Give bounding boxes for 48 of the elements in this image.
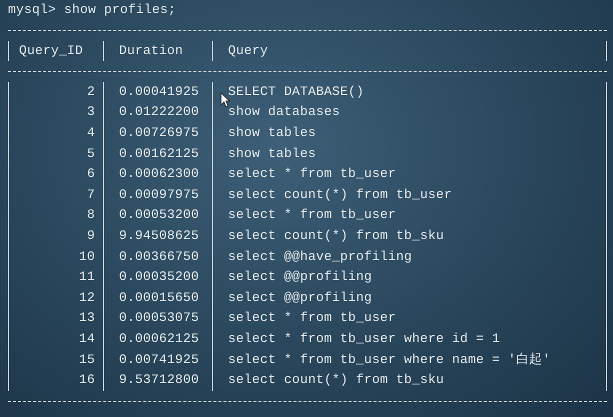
table-cell: 0.00097975 xyxy=(103,184,212,206)
table-cell: select * from tb_user where id = 1 xyxy=(212,328,606,350)
table-cell: show tables xyxy=(212,144,606,164)
table-cell: 0.01222200 xyxy=(103,102,212,123)
table-cell: 8 xyxy=(8,205,103,226)
table-cell: show tables xyxy=(212,122,606,144)
table-cell: select count(*) from tb_sku xyxy=(212,226,606,247)
table-cell: select * from tb_user where name = '白起' xyxy=(212,350,606,370)
table-cell: 0.00162125 xyxy=(103,144,212,164)
table-cell: 14 xyxy=(8,328,103,350)
table-cell: 5 xyxy=(8,144,103,164)
table-cell: 9.53712800 xyxy=(103,370,212,391)
column-header: Query_ID xyxy=(8,40,103,62)
table-cell: 0.00062125 xyxy=(103,328,212,350)
table-cell: 7 xyxy=(8,184,103,206)
table-cell: 0.00041925 xyxy=(103,82,212,102)
table-cell: select @@profiling xyxy=(212,288,606,308)
table-cell: select @@have_profiling xyxy=(212,246,606,268)
table-cell: 0.00741925 xyxy=(103,350,212,370)
column-header: Query xyxy=(212,40,606,62)
table-cell: select count(*) from tb_user xyxy=(212,184,606,206)
table-cell: 3 xyxy=(8,102,103,123)
table-cell: 13 xyxy=(8,308,103,329)
table-cell: 2 xyxy=(8,82,103,102)
table-cell: 9 xyxy=(8,226,103,247)
table-cell: 15 xyxy=(8,350,103,370)
table-cell: 10 xyxy=(8,246,103,268)
table-cell: 0.00035200 xyxy=(103,267,212,288)
mouse-pointer-icon xyxy=(220,92,230,108)
table-cell: select @@profiling xyxy=(212,267,606,288)
table-cell: select * from tb_user xyxy=(212,205,606,226)
table-cell: 0.00053075 xyxy=(103,308,212,329)
command-line: mysql> show profiles; xyxy=(8,1,178,19)
table-cell: 12 xyxy=(8,288,103,308)
table-cell: 0.00366750 xyxy=(103,246,212,268)
table-cell: select * from tb_user xyxy=(212,164,606,185)
table-cell: select * from tb_user xyxy=(212,308,606,329)
table-cell: 11 xyxy=(8,267,103,288)
table-cell: 0.00053200 xyxy=(103,205,212,226)
table-cell: 9.94508625 xyxy=(103,226,212,247)
table-cell: 0.00015650 xyxy=(103,288,212,308)
table-cell: 16 xyxy=(8,370,103,391)
table-cell: 4 xyxy=(8,122,103,144)
column-header: Duration xyxy=(103,40,212,62)
table-cell: 0.00062300 xyxy=(103,164,212,185)
table-cell: 6 xyxy=(8,164,103,185)
table-cell: select count(*) from tb_sku xyxy=(212,370,606,391)
table-cell: 0.00726975 xyxy=(103,122,212,144)
